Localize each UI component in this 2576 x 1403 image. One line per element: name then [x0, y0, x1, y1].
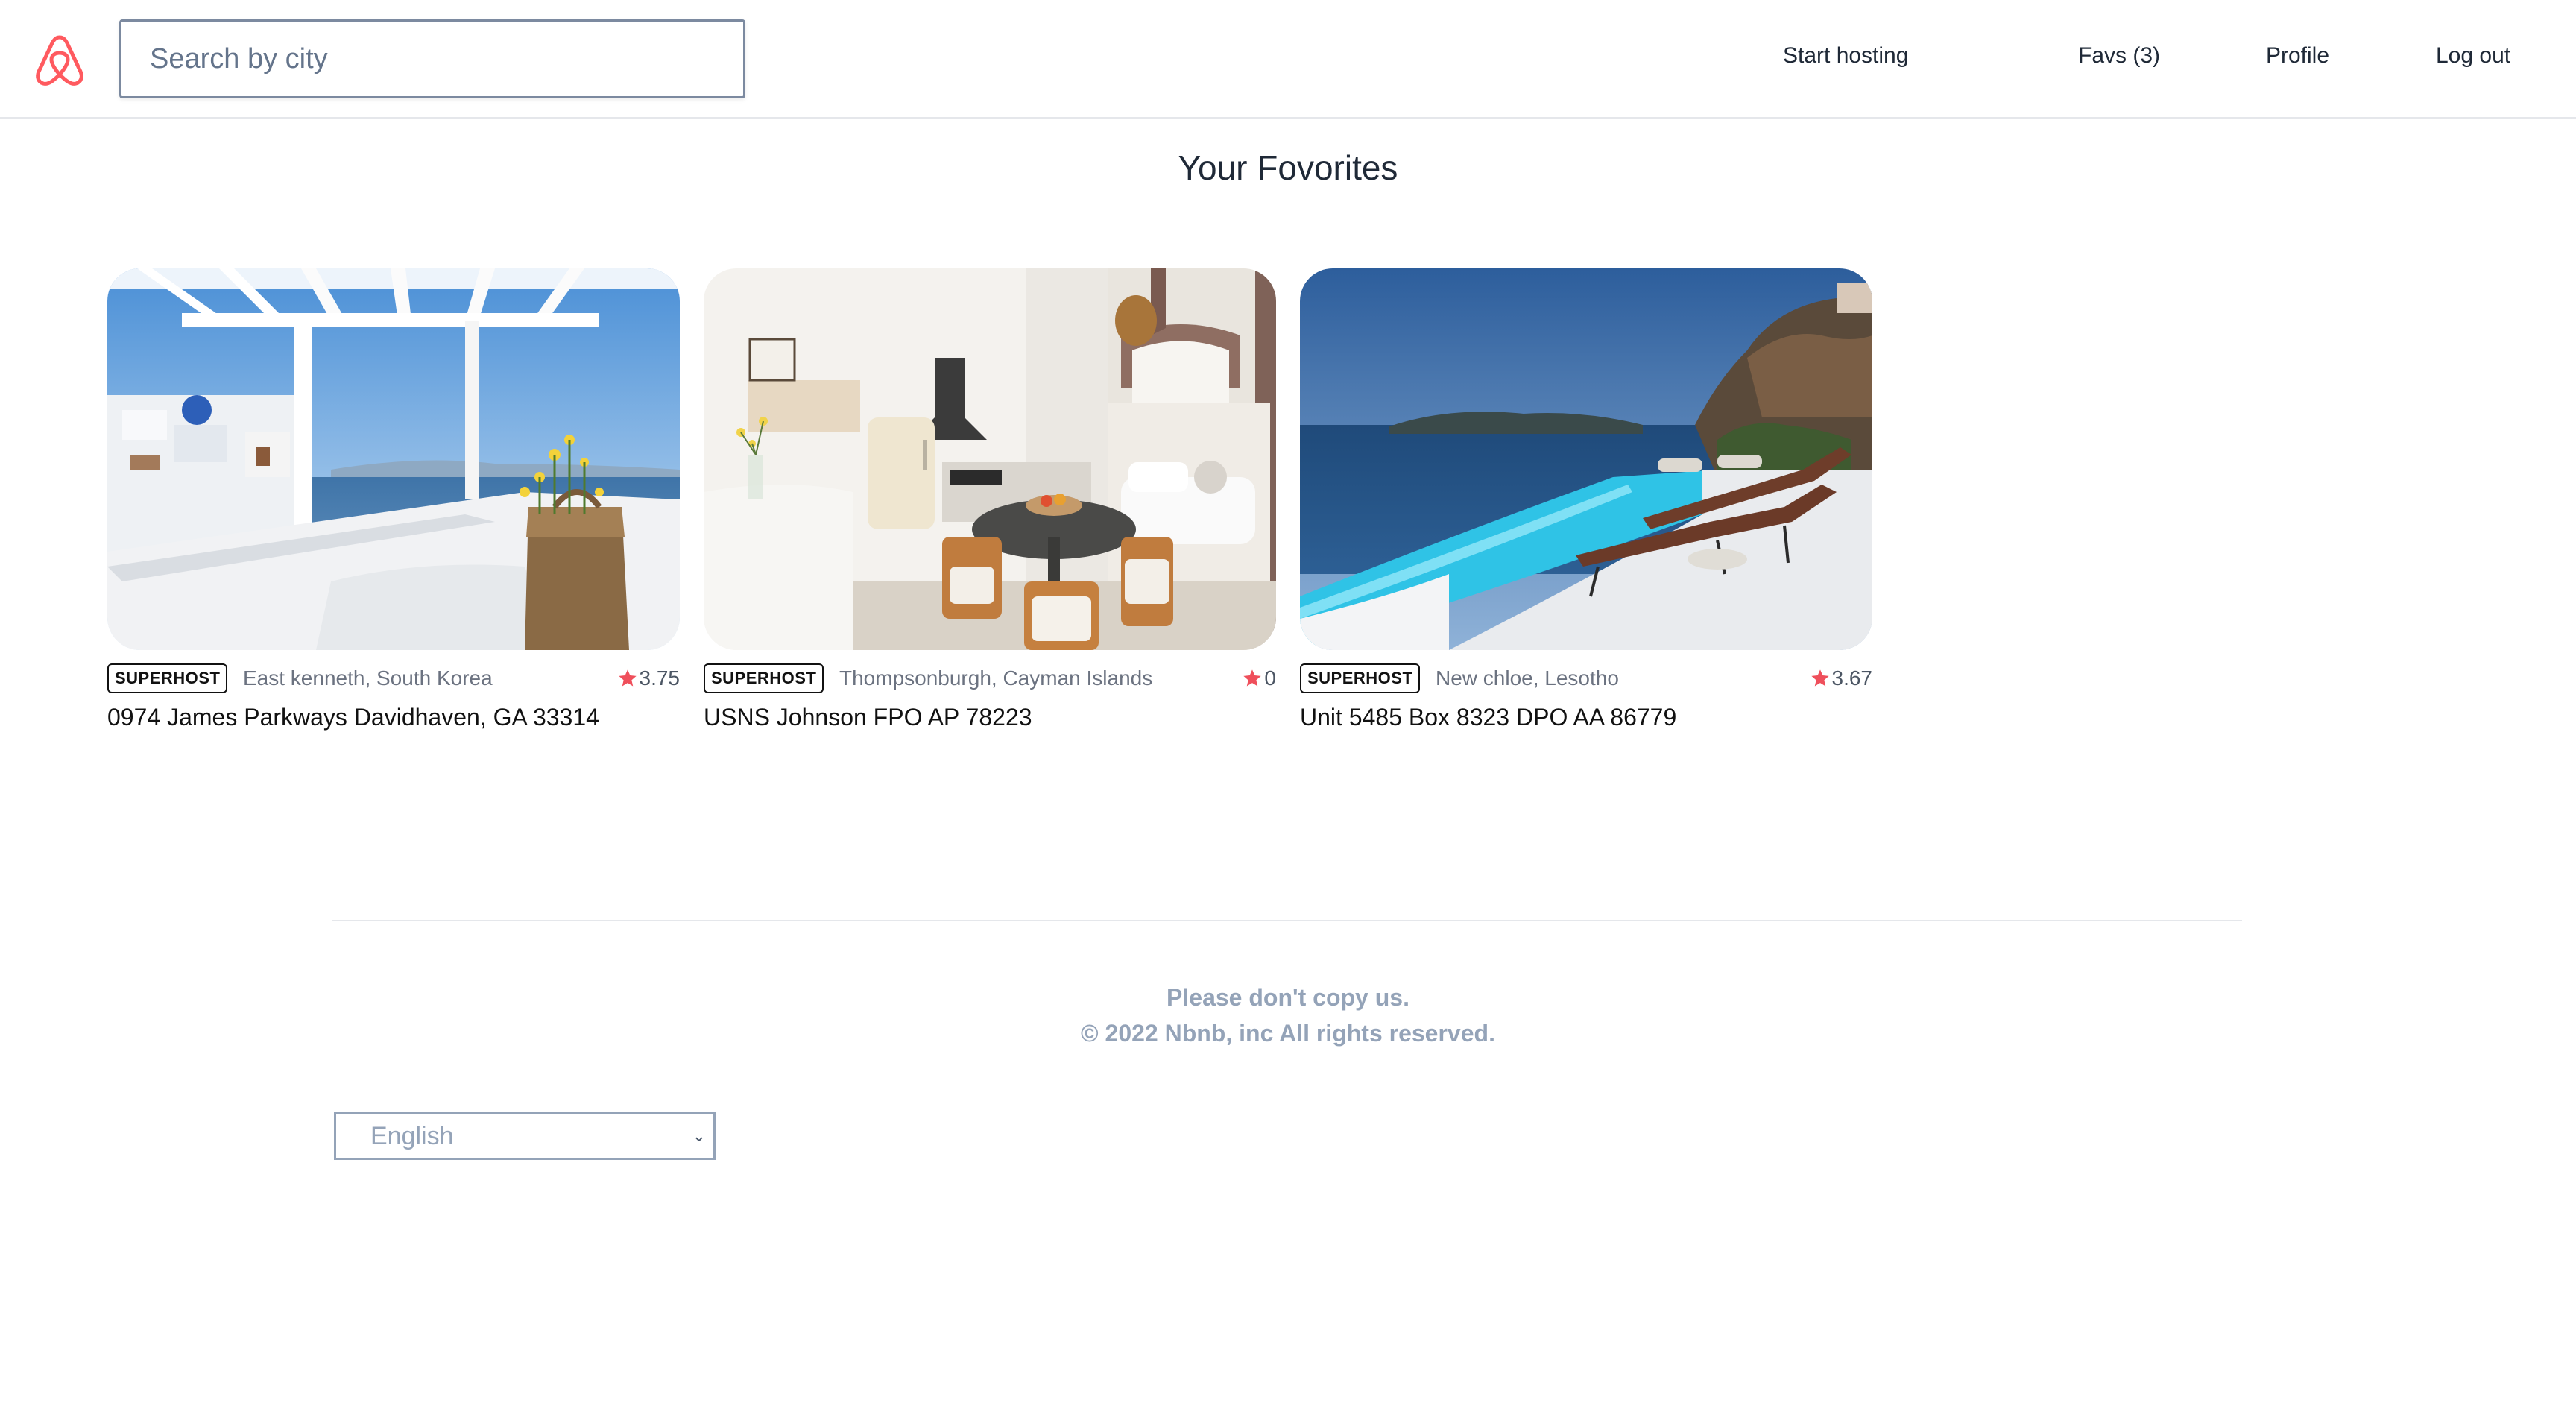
footer-divider: [332, 920, 2242, 921]
listing-card[interactable]: SUPERHOST Thompsonburgh, Cayman Islands …: [704, 268, 1276, 731]
listing-location: East kenneth, South Korea: [243, 666, 493, 690]
listing-address[interactable]: 0974 James Parkways Davidhaven, GA 33314: [107, 704, 680, 731]
star-icon: [1811, 669, 1829, 687]
airbnb-logo-icon[interactable]: [33, 31, 86, 88]
listing-card[interactable]: SUPERHOST New chloe, Lesotho 3.67 Unit 5…: [1300, 268, 1872, 731]
search-input[interactable]: [121, 22, 743, 96]
listing-address[interactable]: USNS Johnson FPO AP 78223: [704, 704, 1276, 731]
language-select[interactable]: English ⌄: [334, 1112, 716, 1160]
star-icon: [618, 669, 637, 687]
listing-photo-infinity-pool[interactable]: [1300, 268, 1872, 650]
nav-logout-link[interactable]: Log out: [2436, 43, 2510, 69]
nav-start-hosting-link[interactable]: Start hosting: [1783, 43, 1908, 69]
rating-value: 0: [1264, 666, 1276, 690]
listing-card[interactable]: SUPERHOST East kenneth, South Korea 3.75…: [107, 268, 680, 731]
listing-rating: 0: [1242, 666, 1276, 690]
superhost-badge: SUPERHOST: [107, 663, 228, 693]
listing-meta: SUPERHOST East kenneth, South Korea 3.75: [107, 662, 680, 696]
listing-rating: 3.75: [617, 666, 681, 690]
listing-photo-cave-kitchen[interactable]: [704, 268, 1276, 650]
language-select-value: English: [370, 1122, 454, 1150]
listing-location: New chloe, Lesotho: [1436, 666, 1619, 690]
superhost-badge: SUPERHOST: [1300, 663, 1421, 693]
rating-value: 3.75: [639, 666, 681, 690]
listing-rating: 3.67: [1810, 666, 1873, 690]
nav-favs-link[interactable]: Favs (3): [2078, 43, 2160, 69]
star-icon: [1243, 669, 1262, 687]
listing-address[interactable]: Unit 5485 Box 8323 DPO AA 86779: [1300, 704, 1872, 731]
footer-disclaimer: Please don't copy us.: [1167, 984, 1409, 1011]
footer-copyright: © 2022 Nbnb, inc All rights reserved.: [1081, 1020, 1495, 1047]
superhost-badge: SUPERHOST: [704, 663, 824, 693]
listing-location: Thompsonburgh, Cayman Islands: [839, 666, 1153, 690]
rating-value: 3.67: [1831, 666, 1873, 690]
nav-profile-link[interactable]: Profile: [2266, 43, 2329, 69]
chevron-down-icon: ⌄: [692, 1126, 706, 1145]
top-header: Start hosting Favs (3) Profile Log out: [0, 0, 2576, 119]
listing-photo-santorini-balcony[interactable]: [107, 268, 680, 650]
listing-meta: SUPERHOST New chloe, Lesotho 3.67: [1300, 662, 1872, 696]
listing-meta: SUPERHOST Thompsonburgh, Cayman Islands …: [704, 662, 1276, 696]
page-title: Your Fovorites: [1178, 148, 1398, 187]
search-box[interactable]: [119, 19, 745, 98]
